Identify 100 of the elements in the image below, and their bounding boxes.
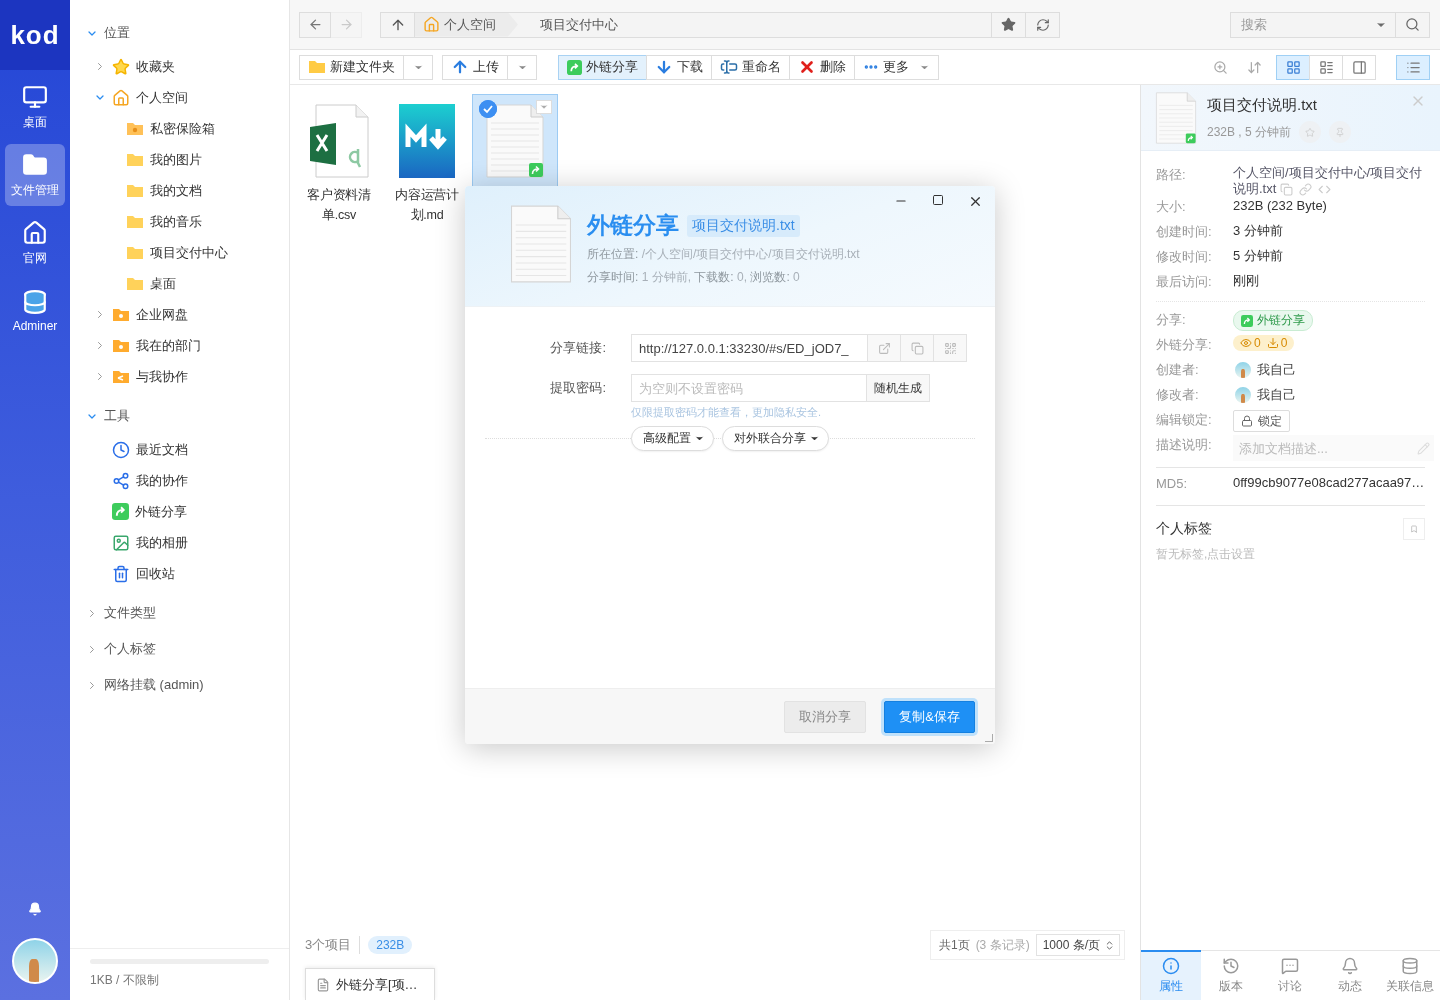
view-button[interactable]	[1276, 54, 1310, 80]
copy-button[interactable]	[900, 335, 933, 361]
nav-item[interactable]: 桌面	[5, 76, 65, 138]
tree-item[interactable]: 桌面	[150, 274, 176, 293]
panel-tab[interactable]: 动态	[1320, 950, 1381, 1000]
open-link-button[interactable]	[867, 335, 900, 361]
tree-item[interactable]: 我的协作	[136, 471, 188, 490]
toolbar-button[interactable]: 外链分享	[558, 54, 647, 80]
file-name: 内容运营计划.md	[394, 187, 460, 224]
delete-icon	[798, 58, 816, 76]
tree-item[interactable]: 私密保险箱	[150, 119, 215, 138]
file-item[interactable]: 客户资料清单.csv	[296, 94, 382, 230]
description-input[interactable]: 添加文档描述...	[1237, 439, 1417, 457]
panel-tab[interactable]: 关联信息	[1380, 950, 1440, 1000]
check-icon[interactable]	[479, 100, 497, 118]
tree-item[interactable]: 企业网盘	[136, 305, 188, 324]
section-header[interactable]: 网络挂载 (admin)	[104, 676, 204, 694]
tree-item[interactable]: 个人空间	[136, 88, 188, 107]
close-button[interactable]	[968, 194, 983, 209]
file-title: 项目交付说明.txt	[1207, 96, 1318, 115]
tree-item[interactable]: 最近文档	[136, 440, 188, 459]
property-value: 刚刚	[1233, 272, 1260, 290]
folder-icon	[22, 151, 48, 178]
tree-item[interactable]: 外链分享	[135, 502, 187, 521]
refresh-icon	[1035, 17, 1050, 32]
toolbar-button[interactable]: 重命名	[711, 54, 790, 80]
bell-icon	[1341, 957, 1360, 975]
panel-tab[interactable]: 版本	[1200, 950, 1261, 1000]
nodes-icon	[112, 471, 130, 490]
download-icon	[655, 58, 673, 76]
tree-item[interactable]: 回收站	[136, 564, 175, 583]
home-icon	[112, 88, 130, 107]
resize-handle[interactable]	[985, 734, 993, 742]
tree-item[interactable]: 我在的部门	[136, 336, 201, 355]
task-tab[interactable]: 外链分享[项…	[305, 968, 435, 1000]
avatar	[1233, 385, 1253, 405]
nav-item[interactable]: 文件管理	[5, 144, 65, 206]
view-button[interactable]	[1342, 54, 1376, 80]
toolbar-button[interactable]: 更多	[854, 54, 939, 80]
share-stats: 分享时间: 1 分钟前, 下载数: 0, 浏览数: 0	[587, 269, 801, 286]
list-icon	[1405, 59, 1421, 75]
folder-icon	[126, 275, 144, 292]
home-icon	[22, 219, 48, 246]
image-icon	[112, 533, 130, 552]
option-button[interactable]: 对外联合分享	[722, 426, 829, 451]
nav-item[interactable]: 官网	[5, 212, 65, 274]
back-button[interactable]	[299, 11, 331, 38]
link-icon[interactable]	[1299, 183, 1313, 197]
link-field[interactable]: http://127.0.0.1:33230/#s/ED_jOD7_	[631, 334, 967, 362]
logo[interactable]: kod	[0, 0, 70, 70]
search-input[interactable]: 搜索	[1231, 12, 1375, 37]
bell-icon[interactable]	[28, 902, 42, 916]
menu-button[interactable]	[536, 100, 552, 114]
file-name: 客户资料清单.csv	[306, 187, 372, 224]
tag-button[interactable]	[1403, 518, 1425, 540]
password-field[interactable]: 为空则不设置密码 随机生成	[631, 374, 930, 402]
breadcrumb[interactable]: 项目交付中心	[518, 12, 640, 37]
tree-item[interactable]: 与我协作	[136, 367, 188, 386]
qr-code-icon	[943, 341, 957, 355]
grid-icon	[1285, 59, 1301, 75]
copy-icon[interactable]	[1280, 183, 1294, 197]
tree-item[interactable]: 我的相册	[136, 533, 188, 552]
lock-button[interactable]: 锁定	[1233, 410, 1290, 432]
per-page-select[interactable]: 1000 条/页	[1035, 934, 1120, 956]
section-header[interactable]: 文件类型	[104, 604, 156, 622]
text-file-icon	[485, 103, 545, 179]
lock-icon	[1241, 415, 1253, 427]
user-name: 我自己	[1257, 386, 1296, 404]
section-header[interactable]: 个人标签	[104, 640, 156, 658]
breadcrumb[interactable]: 个人空间	[415, 12, 518, 37]
spreadsheet-file-icon	[308, 103, 370, 179]
tags-title: 个人标签	[1156, 520, 1212, 538]
toolbar-button[interactable]: 删除	[789, 54, 855, 80]
file-item[interactable]: 内容运营计划.md	[384, 94, 470, 230]
file-meta: 232B , 5 分钟前	[1207, 123, 1292, 141]
avatar[interactable]	[12, 938, 58, 984]
property-value: 232B (232 Byte)	[1233, 197, 1328, 215]
tree-item[interactable]: 我的图片	[150, 150, 202, 169]
download-count: 0	[1280, 336, 1288, 350]
toolbar-button[interactable]: 新建文件夹	[299, 54, 404, 80]
eye-icon	[1240, 337, 1252, 349]
description-field[interactable]: 添加文档描述...	[1233, 435, 1434, 461]
panel-toggle-button[interactable]	[1396, 54, 1430, 80]
generate-button[interactable]: 随机生成	[866, 375, 929, 401]
search-field[interactable]: 搜索	[1230, 11, 1430, 38]
tree-item[interactable]: 项目交付中心	[150, 243, 228, 262]
qr-code-button[interactable]	[933, 335, 966, 361]
toolbar-button[interactable]: 下载	[646, 54, 712, 80]
nav-item[interactable]: Adminer	[5, 280, 65, 342]
option-button[interactable]: 高级配置	[631, 426, 714, 451]
rename-icon	[720, 58, 738, 76]
section-header[interactable]: 工具	[104, 407, 130, 425]
toolbar-button[interactable]: 上传	[442, 54, 508, 80]
view-button[interactable]	[1309, 54, 1343, 80]
tree-item[interactable]: 我的文档	[150, 181, 202, 200]
section-header[interactable]: 位置	[104, 24, 130, 42]
panel-tab[interactable]: 讨论	[1260, 950, 1321, 1000]
tree-item[interactable]: 收藏夹	[136, 57, 175, 76]
tree-item[interactable]: 我的音乐	[150, 212, 202, 231]
sort-icon	[1246, 59, 1262, 75]
